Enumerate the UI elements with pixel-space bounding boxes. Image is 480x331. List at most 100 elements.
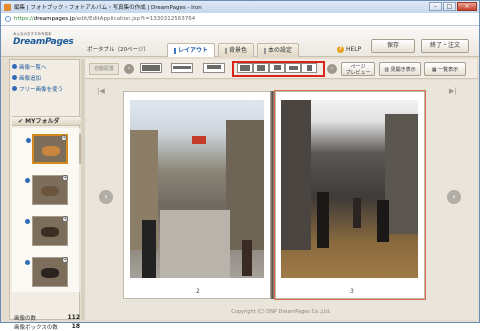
layout-option[interactable] [285,63,301,73]
spread-view-label: 見開き表示 [390,67,416,73]
prev-spread-icon[interactable]: ‹ [99,190,113,204]
help-link[interactable]: ? HELP [337,46,361,53]
tab-background-color[interactable]: 背景色 [218,43,255,57]
tab-marker-icon [225,47,228,54]
layout-block [240,65,250,71]
layout-block [173,66,191,69]
layout-block [289,66,298,70]
layout-prev-icon[interactable]: ‹ [124,64,134,74]
layout-next-icon[interactable]: › [327,64,337,74]
layout-option[interactable] [237,63,253,73]
photo-thumbnail[interactable]: + [25,216,68,246]
box-count-row: 画像ボックスの数 18 [14,322,80,331]
zoom-icon[interactable]: + [61,135,67,141]
my-folder-header[interactable]: ✔ MYフォルダ [12,116,81,126]
photo-thumbnail[interactable]: + [26,134,68,164]
pedestrian [242,240,252,276]
used-indicator-icon [25,260,30,265]
tab-marker-icon [174,47,176,54]
sidebar-item-label: 画像一覧へ [19,64,47,71]
window-title: 編集 | フォトブック・フォトアルバム・写真集の作成 | DreamPages … [14,5,202,11]
next-spread-icon[interactable]: › [447,190,461,204]
right-page[interactable]: 3 [274,90,426,300]
image-count-row: 画像の数 112 [14,313,80,322]
list-view-label: 一覧表示 [438,67,459,73]
editor-app: みんなのおすすめ写真本 DreamPages ポータブル（20ページ） レイアウ… [1,26,479,331]
sidebar-item-free-images[interactable]: フリー画像を使う [12,84,77,93]
left-page[interactable]: 2 [123,91,271,299]
close-button[interactable]: × [457,2,477,11]
save-button[interactable]: 保存 [371,39,415,53]
building [281,100,311,250]
photo-thumbnail[interactable]: + [25,175,68,205]
tab-layout[interactable]: レイアウト [167,43,216,57]
bullet-icon [12,75,17,80]
layout-option[interactable] [253,63,269,73]
right-page-number: 3 [350,288,354,295]
tab-book-settings[interactable]: 本の設定 [257,43,300,57]
zoom-icon[interactable]: + [62,175,68,181]
editor-header: みんなのおすすめ写真本 DreamPages ポータブル（20ページ） レイアウ… [1,26,479,57]
spread-view-button[interactable]: ▥ 見開き表示 [379,62,421,76]
first-page-icon[interactable]: |◀ [97,87,105,95]
layout-option[interactable] [171,63,193,73]
street-photo-left[interactable] [130,100,264,278]
bullet-icon [12,64,17,69]
last-page-icon[interactable]: ▶| [449,87,457,95]
copyright-text: Copyright (C) DNP DreamPages Co.,Ltd. [231,309,331,315]
left-page-number: 2 [196,288,200,295]
layout-option[interactable] [301,63,317,73]
finish-order-button[interactable]: 終了・注文 [421,39,469,53]
tab-marker-icon [264,47,267,54]
used-indicator-icon [25,178,30,183]
zoom-icon[interactable]: + [62,257,68,263]
url-host: dreampages.jp [33,16,75,22]
thumbnail-image [41,227,59,237]
maximize-button[interactable]: □ [443,2,456,11]
sidebar-actions: 画像一覧へ 画像追加 フリー画像を使う [12,62,77,102]
title-bar: 編集 | フォトブック・フォトアルバム・写真集の作成 | DreamPages … [1,1,479,13]
address-bar[interactable]: https://dreampages.jp/edit/EditApplicati… [1,13,479,26]
pedestrian [353,198,361,228]
tab-label: 本の設定 [268,47,293,54]
url-text[interactable]: https://dreampages.jp/edit/EditApplicati… [14,16,195,22]
street-photo-right[interactable] [281,100,418,278]
list-view-button[interactable]: ▦ 一覧表示 [424,62,466,76]
dreampages-logo[interactable]: みんなのおすすめ写真本 DreamPages [13,32,74,47]
layout-option[interactable] [140,63,162,73]
layout-block [274,65,281,70]
photo-thumbnail[interactable]: + [25,257,68,287]
thumbnail-image [41,186,59,196]
layout-option[interactable] [269,63,285,73]
building [385,114,418,234]
url-scheme: https:// [14,16,34,22]
sidebar-item-add-image[interactable]: 画像追加 [12,73,77,82]
pedestrian [142,220,156,278]
pedestrian [317,192,329,248]
building [226,120,264,250]
logo-text: DreamPages [13,37,74,47]
sidebar-item-label: 画像追加 [19,75,42,82]
tab-label: レイアウト [178,47,209,54]
page-preview-button[interactable]: ページ プレビュー [341,62,375,76]
url-path: /edit/EditApplication.jsp?t=133031256376… [74,16,196,22]
layout-block [307,65,312,71]
auto-layout-button[interactable]: 自動配置 [89,63,119,75]
sidebar: 画像一覧へ 画像追加 フリー画像を使う ✔ MYフォルダ + + + + 画像の… [9,59,83,331]
layout-block [257,65,265,71]
secure-lock-icon [5,16,11,22]
zoom-icon[interactable]: + [62,216,68,222]
minimize-button[interactable]: – [429,2,442,11]
used-indicator-icon [25,219,30,224]
tab-label: 背景色 [229,47,248,54]
app-icon [4,3,11,11]
spread-stage: |◀ ▶| ‹ › 2 3 Copyright (C) DNP DreamPag… [85,80,477,320]
layout-option[interactable] [203,63,225,73]
thumbnail-list: + + + + [12,128,79,292]
page-preview-label-2: プレビュー [345,70,371,76]
product-name: ポータブル（20ページ） [87,47,149,53]
layout-toolbar: 自動配置 ‹ › ページ プレビュー ▥ 見開き表示 ▦ 一覧表示 [85,59,477,79]
used-indicator-icon [26,138,31,143]
box-count-label: 画像ボックスの数 [14,324,58,331]
sidebar-item-image-list[interactable]: 画像一覧へ [12,62,77,71]
